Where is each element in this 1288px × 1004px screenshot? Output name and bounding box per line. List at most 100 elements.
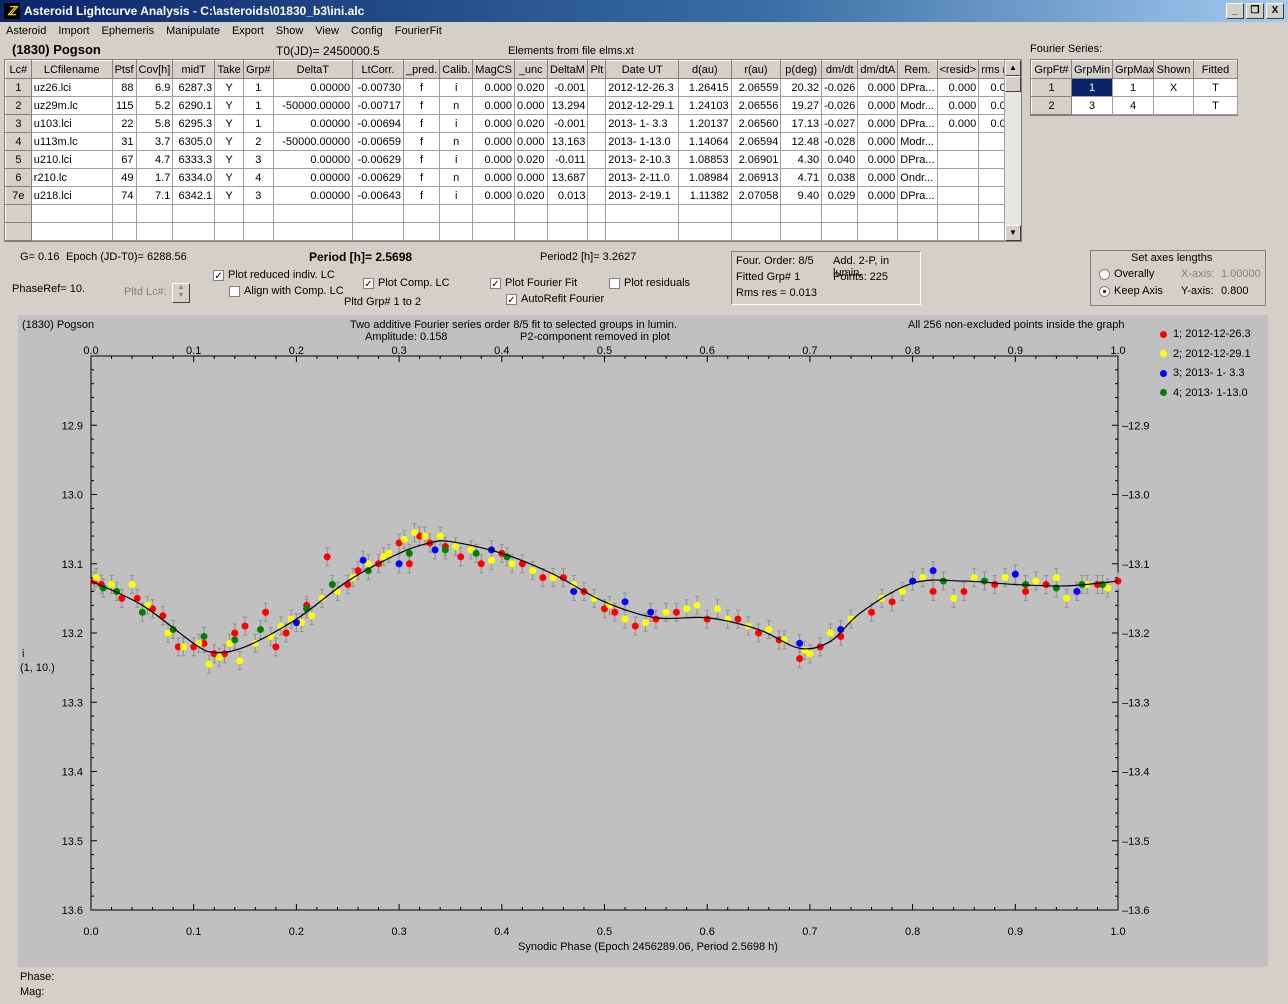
- data-point: [765, 626, 773, 634]
- data-point: [631, 622, 639, 630]
- data-point: [328, 581, 336, 589]
- data-point: [796, 655, 804, 663]
- legend-label: 2; 2012-12-29.1: [1173, 347, 1251, 360]
- data-point: [262, 608, 270, 616]
- data-point: [929, 587, 937, 595]
- x-tick-label: 0.3: [391, 926, 406, 938]
- x-tick-label-top: 1.0: [1110, 345, 1125, 357]
- data-point: [411, 529, 419, 537]
- legend-label: 1; 2012-12-26.3: [1173, 328, 1251, 340]
- y-tick-label: 13.5: [62, 836, 83, 848]
- y-tick-label: 12.9: [62, 420, 83, 432]
- data-point: [929, 567, 937, 575]
- data-point: [421, 532, 429, 540]
- x-tick-label-top: 0.6: [700, 345, 715, 357]
- data-point: [508, 560, 516, 568]
- y-tick-label: 13.3: [62, 697, 83, 709]
- y-tick-label: 13.6: [62, 905, 83, 917]
- data-point: [734, 615, 742, 623]
- y-tick-label-right: –13.3: [1122, 697, 1150, 709]
- legend-item: 2; 2012-12-29.1: [1160, 347, 1251, 367]
- x-tick-label: 0.5: [597, 926, 612, 938]
- data-point: [703, 615, 711, 623]
- data-point: [868, 608, 876, 616]
- y-tick-label: 13.4: [62, 767, 83, 779]
- data-point: [826, 629, 834, 637]
- data-point: [529, 567, 537, 575]
- data-point: [488, 556, 496, 564]
- x-tick-label-top: 0.4: [494, 345, 509, 357]
- chart-legend: 1; 2012-12-26.3 2; 2012-12-29.1 3; 2013- 1…: [1160, 327, 1251, 405]
- data-point: [1032, 577, 1040, 585]
- x-tick-label: 0.1: [186, 926, 201, 938]
- data-point: [642, 619, 650, 627]
- legend-item: 1; 2012-12-26.3: [1160, 327, 1251, 347]
- data-point: [898, 587, 906, 595]
- data-point: [991, 581, 999, 589]
- y-tick-label: 13.1: [62, 559, 83, 571]
- legend-item: 4; 2013- 1-13.0: [1160, 386, 1251, 406]
- legend-label: 4; 2013- 1-13.0: [1173, 386, 1248, 399]
- data-point: [950, 594, 958, 602]
- legend-item: 3; 2013- 1- 3.3: [1160, 366, 1251, 386]
- data-point: [621, 598, 629, 606]
- data-point: [241, 622, 249, 630]
- x-tick-label-top: 0.8: [905, 345, 920, 357]
- y-tick-label-right: –13.0: [1122, 490, 1150, 502]
- data-point: [405, 560, 413, 568]
- data-point: [693, 601, 701, 609]
- y-tick-label: 13.2: [62, 628, 83, 640]
- data-point: [405, 549, 413, 557]
- data-point: [323, 553, 331, 561]
- data-point: [272, 643, 280, 651]
- legend-marker: [1160, 389, 1167, 397]
- data-point: [477, 560, 485, 568]
- data-point: [472, 549, 480, 557]
- data-point: [570, 587, 578, 595]
- lightcurve-chart[interactable]: 0.0 0.0 0.1 0.1 0.2 0.2 0.3 0.3 0.4 0.4 0.5 0.5 0.6 0…: [0, 0, 1288, 1004]
- x-tick-label-top: 0.0: [83, 345, 98, 357]
- x-tick-label: 0.2: [289, 926, 304, 938]
- data-point: [539, 574, 547, 582]
- data-point: [970, 574, 978, 582]
- data-point: [662, 608, 670, 616]
- data-point: [333, 587, 341, 595]
- x-tick-label: 0.0: [83, 926, 98, 938]
- data-point: [652, 615, 660, 623]
- x-tick-label-top: 0.9: [1008, 345, 1023, 357]
- x-tick-label: 1.0: [1110, 926, 1125, 938]
- data-point: [457, 553, 465, 561]
- data-point: [200, 632, 208, 640]
- x-tick-label-top: 0.3: [391, 345, 406, 357]
- status-mag: Mag:: [20, 986, 45, 998]
- legend-marker: [1160, 350, 1167, 358]
- data-point: [138, 608, 146, 616]
- y-tick-label-right: –12.9: [1122, 420, 1150, 432]
- x-tick-label-top: 0.1: [186, 345, 201, 357]
- data-point: [385, 549, 393, 557]
- data-point: [179, 643, 187, 651]
- x-tick-label-top: 0.5: [597, 345, 612, 357]
- x-tick-label-top: 0.7: [802, 345, 817, 357]
- x-tick-label: 0.4: [494, 926, 509, 938]
- y-tick-label-right: –13.2: [1122, 628, 1150, 640]
- y-tick-label-right: –13.1: [1122, 559, 1150, 571]
- y-tick-label-right: –13.4: [1122, 767, 1150, 779]
- y-tick-label-right: –13.5: [1122, 836, 1150, 848]
- data-point: [683, 605, 691, 613]
- data-point: [143, 601, 151, 609]
- data-point: [672, 608, 680, 616]
- data-point: [282, 629, 290, 637]
- data-point: [256, 626, 264, 634]
- data-point: [1022, 587, 1030, 595]
- x-tick-label: 0.8: [905, 926, 920, 938]
- data-point: [395, 560, 403, 568]
- data-point: [452, 542, 460, 550]
- data-point: [1063, 594, 1071, 602]
- data-point: [436, 532, 444, 540]
- data-point: [359, 556, 367, 564]
- data-point: [796, 639, 804, 647]
- data-point: [939, 577, 947, 585]
- data-point: [837, 632, 845, 640]
- data-point: [1052, 574, 1060, 582]
